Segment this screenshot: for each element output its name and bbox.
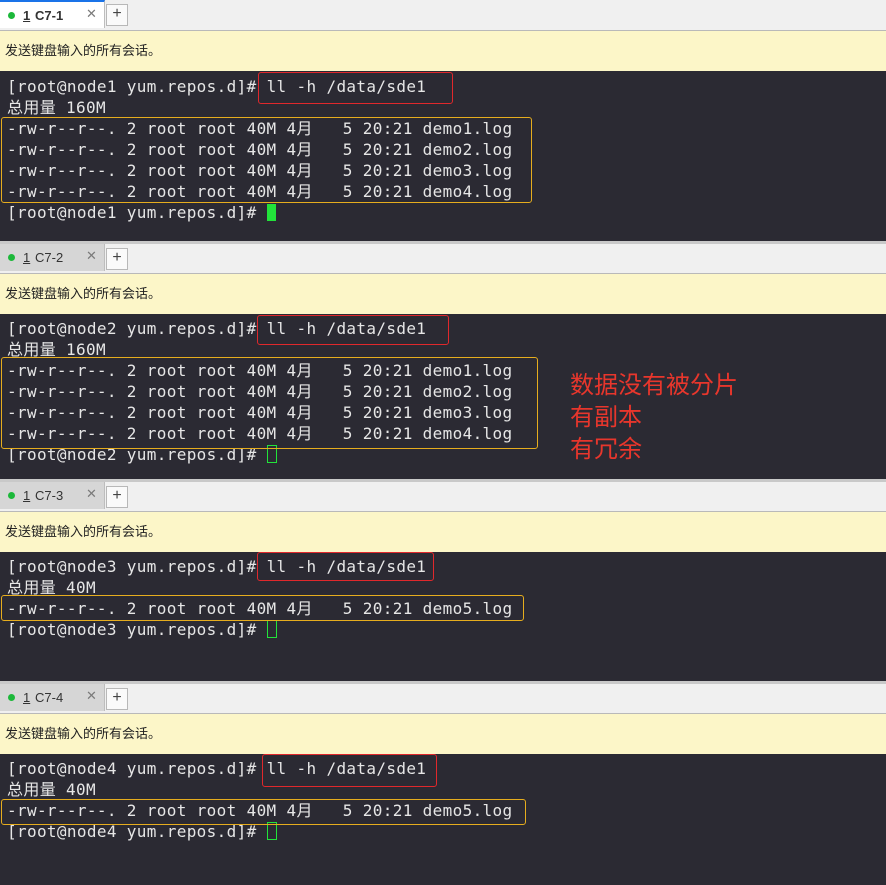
command-highlight [257,315,449,345]
broadcast-notice: 发送键盘输入的所有会话。 [0,714,886,754]
terminal-pane-2[interactable]: 1 C7-2 ✕ + 发送键盘输入的所有会话。 [root@node2 yum.… [0,244,886,480]
tab-c7-2[interactable]: 1 C7-2 ✕ [0,244,105,271]
broadcast-notice: 发送键盘输入的所有会话。 [0,512,886,552]
status-dot-icon [8,12,15,19]
add-tab-button[interactable]: + [106,688,128,710]
total-line: 总用量 160M [7,98,106,117]
total-line: 总用量 40M [7,780,96,799]
tab-bar-2: 1 C7-2 ✕ + [0,244,886,274]
tab-number: 1 [23,488,31,503]
close-tab-icon[interactable]: ✕ [86,688,97,704]
command-highlight [257,552,434,581]
annotation-line: 有副本 [570,403,642,431]
terminal-pane-4[interactable]: 1 C7-4 ✕ + 发送键盘输入的所有会话。 [root@node4 yum.… [0,684,886,885]
status-dot-icon [8,694,15,701]
tab-number: 1 [23,690,31,705]
tab-c7-1[interactable]: 1 C7-1 ✕ [0,0,105,28]
tab-number: 1 [23,8,31,23]
close-tab-icon[interactable]: ✕ [86,248,97,264]
tab-c7-4[interactable]: 1 C7-4 ✕ [0,684,105,711]
tab-bar-3: 1 C7-3 ✕ + [0,482,886,512]
broadcast-notice: 发送键盘输入的所有会话。 [0,274,886,314]
tab-c7-3[interactable]: 1 C7-3 ✕ [0,482,105,509]
close-tab-icon[interactable]: ✕ [86,486,97,502]
prompt-line: [root@node1 yum.repos.d]# [7,202,276,223]
add-tab-button[interactable]: + [106,4,128,26]
broadcast-notice: 发送键盘输入的所有会话。 [0,31,886,71]
status-dot-icon [8,254,15,261]
add-tab-button[interactable]: + [106,248,128,270]
tab-bar-4: 1 C7-4 ✕ + [0,684,886,714]
prompt-line: [root@node3 yum.repos.d]# [7,619,277,640]
cursor-icon [266,204,276,221]
files-highlight [1,357,538,449]
tab-number: 1 [23,250,31,265]
files-highlight [1,117,532,203]
command-highlight [262,754,437,787]
tab-bar-1: 1 C7-1 ✕ + [0,0,886,31]
terminal-pane-1[interactable]: 1 C7-1 ✕ + 发送键盘输入的所有会话。 [root@node1 yum.… [0,0,886,243]
tab-label: C7-3 [35,488,64,503]
command-highlight [258,72,453,104]
terminal-pane-3[interactable]: 1 C7-3 ✕ + 发送键盘输入的所有会话。 [root@node3 yum.… [0,482,886,682]
annotation-note: 数据没有被分片 有副本 有冗余 [570,369,738,465]
close-tab-icon[interactable]: ✕ [86,6,97,22]
tab-label: C7-2 [35,250,64,265]
tab-label: C7-1 [35,8,64,23]
status-dot-icon [8,492,15,499]
cursor-icon [266,620,277,638]
files-highlight [1,595,524,621]
annotation-line: 数据没有被分片 [570,371,738,399]
annotation-line: 有冗余 [570,435,642,463]
files-highlight [1,799,526,825]
add-tab-button[interactable]: + [106,486,128,508]
tab-label: C7-4 [35,690,64,705]
